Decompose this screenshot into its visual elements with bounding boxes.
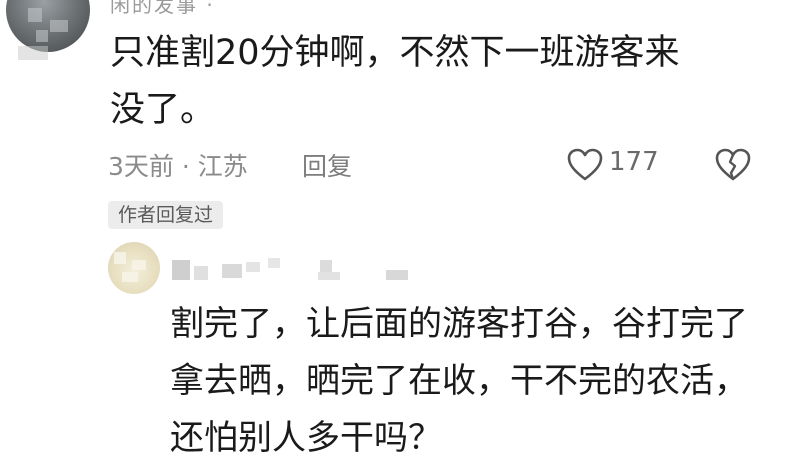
author-replied-badge[interactable]: 作者回复过	[108, 201, 224, 229]
heart-outline-icon[interactable]	[567, 148, 603, 182]
broken-heart-icon[interactable]	[715, 148, 751, 182]
avatar-tag	[18, 46, 48, 60]
redaction-block	[246, 262, 260, 272]
redaction-block	[268, 258, 280, 268]
avatar-pixel	[36, 30, 48, 42]
avatar-pixel	[132, 260, 146, 270]
redaction-block	[318, 272, 340, 280]
reply-username-redacted[interactable]	[172, 256, 412, 280]
username[interactable]: 闲的发事 ·	[110, 0, 215, 18]
avatar-pixel	[122, 272, 138, 282]
redaction-block	[320, 260, 332, 272]
redaction-block	[386, 270, 408, 280]
redaction-block	[222, 264, 242, 278]
like-count: 177	[609, 147, 659, 177]
reply-avatar[interactable]	[108, 242, 160, 294]
avatar[interactable]	[6, 0, 90, 52]
reply-button[interactable]: 回复	[302, 147, 352, 183]
comment-text: 只准割20分钟啊，不然下一班游客来没了。	[110, 33, 680, 130]
avatar-pixel	[28, 8, 42, 22]
redaction-block	[172, 260, 190, 280]
avatar-pixel	[50, 20, 68, 32]
comment-time-location: 3天前 · 江苏	[108, 152, 248, 181]
redaction-block	[194, 266, 208, 280]
avatar-pixel	[114, 252, 126, 264]
reply-text: 割完了，让后面的游客打谷，谷打完了拿去晒，晒完了在收，干不完的农活，还怕别人多干…	[170, 304, 748, 458]
